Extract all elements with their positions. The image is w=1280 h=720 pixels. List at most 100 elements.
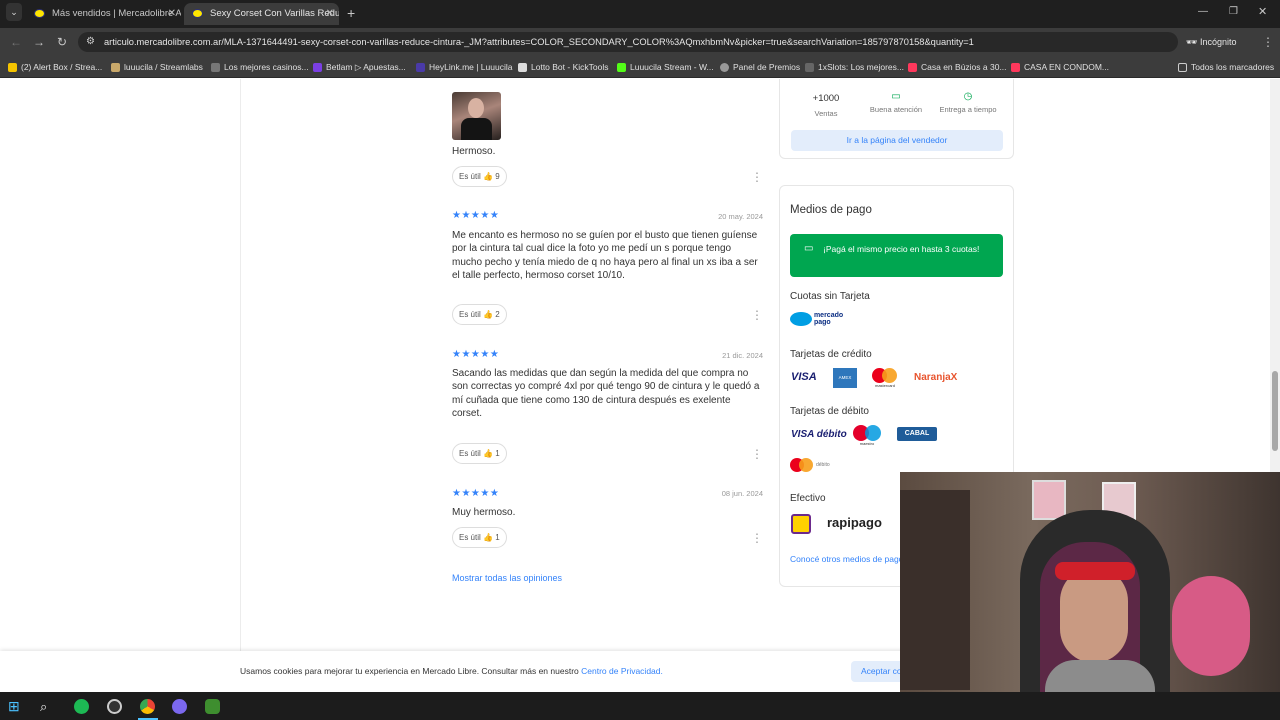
headband bbox=[1055, 562, 1135, 580]
close-window-icon[interactable]: ✕ bbox=[1258, 0, 1267, 26]
review-text: Sacando las medidas que dan según la med… bbox=[452, 368, 760, 420]
seller-card: +1000 Ventas ▭ Buena atención ◷ Entrega … bbox=[779, 79, 1014, 159]
amex-logo: AMEX bbox=[833, 368, 857, 388]
no-card-heading: Cuotas sin Tarjeta bbox=[790, 291, 870, 302]
folder-icon bbox=[1178, 63, 1187, 73]
bookmark-icon bbox=[111, 63, 120, 73]
bookmark-item[interactable]: (2) Alert Box / Strea... bbox=[8, 56, 102, 78]
review-date: 21 dic. 2024 bbox=[722, 351, 763, 360]
credit-heading: Tarjetas de crédito bbox=[790, 349, 872, 360]
url-text: articulo.mercadolibre.com.ar/MLA-1371644… bbox=[104, 37, 974, 47]
bookshelf bbox=[900, 490, 970, 690]
address-bar[interactable]: ⚙ articulo.mercadolibre.com.ar/MLA-13716… bbox=[78, 32, 1178, 52]
search-icon[interactable]: ⌕ bbox=[40, 699, 55, 714]
rating-stars: ★★★★★ bbox=[452, 349, 500, 360]
site-info-icon[interactable]: ⚙ bbox=[86, 32, 95, 52]
useful-button[interactable]: Es útil 👍 1 bbox=[452, 527, 507, 548]
content-border bbox=[240, 79, 241, 692]
other-payments-link[interactable]: Conocé otros medios de pago bbox=[790, 554, 903, 564]
bookmark-item[interactable]: Los mejores casinos... bbox=[211, 56, 309, 78]
bookmark-item[interactable]: HeyLink.me | Luuucila bbox=[416, 56, 512, 78]
rating-stars: ★★★★★ bbox=[452, 210, 500, 221]
review-date: 08 jun. 2024 bbox=[721, 489, 763, 498]
chrome-icon[interactable] bbox=[140, 699, 155, 714]
wall-frame bbox=[1032, 480, 1066, 520]
more-options-icon[interactable]: ⋮ bbox=[751, 448, 763, 460]
airbnb-icon bbox=[908, 63, 917, 73]
bookmark-icon bbox=[8, 63, 17, 73]
bookmark-icon bbox=[518, 63, 527, 73]
tab-search-icon[interactable]: ⌄ bbox=[6, 3, 22, 21]
reload-icon[interactable]: ↻ bbox=[57, 28, 67, 56]
close-tab-icon[interactable]: ✕ bbox=[326, 3, 334, 25]
review-text: Me encanto es hermoso no se guíen por el… bbox=[452, 230, 758, 282]
card-icon: ▭ bbox=[804, 243, 814, 254]
stat-sales: +1000 Ventas bbox=[812, 93, 840, 118]
incognito-icon: 🕶 bbox=[1186, 37, 1198, 47]
bookmark-item[interactable]: CASA EN CONDOM... bbox=[1011, 56, 1109, 78]
thumbs-up-icon: 👍 bbox=[483, 310, 493, 319]
plush-toy bbox=[1172, 576, 1250, 676]
review-photo[interactable] bbox=[452, 92, 501, 140]
rapipago-logo: rapipago bbox=[827, 515, 882, 530]
all-bookmarks[interactable]: Todos los marcadores bbox=[1178, 56, 1274, 78]
close-tab-icon[interactable]: ✕ bbox=[168, 3, 176, 25]
new-tab-icon[interactable]: + bbox=[347, 0, 355, 27]
pagofacil-logo bbox=[791, 514, 811, 534]
handshake-icon bbox=[790, 312, 812, 326]
restore-icon[interactable]: ❐ bbox=[1229, 0, 1238, 26]
stat-attention: ▭ Buena atención bbox=[860, 91, 932, 114]
rating-stars: ★★★★★ bbox=[452, 488, 500, 499]
bookmark-item[interactable]: Lotto Bot - KickTools bbox=[518, 56, 608, 78]
tab-mas-vendidos[interactable]: Más vendidos | Mercadolibre Ar ✕ bbox=[26, 3, 181, 25]
incognito-badge[interactable]: 🕶 Incógnito bbox=[1186, 34, 1236, 50]
kick-icon bbox=[617, 63, 626, 73]
seller-page-button[interactable]: Ir a la página del vendedor bbox=[791, 130, 1003, 151]
minimize-icon[interactable]: — bbox=[1198, 0, 1208, 26]
bookmark-item[interactable]: luuucila / Streamlabs bbox=[111, 56, 203, 78]
useful-button[interactable]: Es útil 👍 9 bbox=[452, 166, 507, 187]
bookmark-icon bbox=[211, 63, 220, 73]
app-icon[interactable] bbox=[172, 699, 187, 714]
debit-heading: Tarjetas de débito bbox=[790, 406, 869, 417]
more-options-icon[interactable]: ⋮ bbox=[751, 532, 763, 544]
more-options-icon[interactable]: ⋮ bbox=[751, 171, 763, 183]
webcam-overlay bbox=[900, 472, 1280, 720]
useful-button[interactable]: Es útil 👍 1 bbox=[452, 443, 507, 464]
review-text: Muy hermoso. bbox=[452, 507, 516, 518]
spotify-icon[interactable] bbox=[74, 699, 89, 714]
back-icon[interactable]: ← bbox=[10, 28, 22, 56]
menu-icon[interactable]: ⋮ bbox=[1262, 28, 1274, 56]
bookmark-icon bbox=[416, 63, 425, 73]
more-options-icon[interactable]: ⋮ bbox=[751, 309, 763, 321]
bookmark-icon bbox=[313, 63, 322, 73]
bookmark-item[interactable]: Betlam ▷ Apuestas... bbox=[313, 56, 406, 78]
profile-label: Incógnito bbox=[1199, 37, 1237, 47]
cookie-message: Usamos cookies para mejorar tu experienc… bbox=[240, 666, 663, 676]
forward-icon[interactable]: → bbox=[33, 28, 45, 56]
payment-title: Medios de pago bbox=[790, 204, 872, 216]
scrollbar-thumb[interactable] bbox=[1272, 371, 1278, 451]
bookmark-item[interactable]: Panel de Premios bbox=[720, 56, 800, 78]
installments-banner: ▭ ¡Pagá el mismo precio en hasta 3 cuota… bbox=[790, 234, 1003, 277]
clock-check-icon: ◷ bbox=[963, 91, 973, 102]
tab-corset[interactable]: Sexy Corset Con Varillas Reduce ✕ bbox=[184, 3, 339, 25]
tab-bar: ⌄ Más vendidos | Mercadolibre Ar ✕ Sexy … bbox=[0, 0, 1280, 28]
obs-icon[interactable] bbox=[107, 699, 122, 714]
tab-title: Sexy Corset Con Varillas Reduce bbox=[210, 8, 339, 19]
windows-start-icon[interactable]: ⊞ bbox=[8, 699, 23, 714]
minecraft-icon[interactable] bbox=[205, 699, 220, 714]
naranjax-logo: NaranjaX bbox=[914, 372, 958, 383]
privacy-link[interactable]: Centro de Privacidad. bbox=[581, 666, 663, 676]
bookmark-icon bbox=[805, 63, 814, 73]
bookmark-item[interactable]: Casa en Búzios a 30... bbox=[908, 56, 1007, 78]
chat-check-icon: ▭ bbox=[891, 91, 901, 102]
show-all-reviews-link[interactable]: Mostrar todas las opiniones bbox=[452, 573, 562, 583]
thumbs-up-icon: 👍 bbox=[483, 533, 493, 542]
thumbs-up-icon: 👍 bbox=[483, 172, 493, 181]
bookmark-item[interactable]: Luuucila Stream - W... bbox=[617, 56, 714, 78]
useful-button[interactable]: Es útil 👍 2 bbox=[452, 304, 507, 325]
review-text: Hermoso. bbox=[452, 146, 496, 157]
bookmark-item[interactable]: 1xSlots: Los mejores... bbox=[805, 56, 904, 78]
maestro-logo: maestro bbox=[853, 425, 883, 447]
